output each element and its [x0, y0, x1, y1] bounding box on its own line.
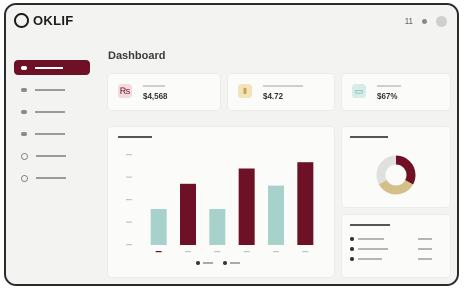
y-tick-mark: [126, 244, 132, 246]
row-value-bar: [418, 258, 432, 260]
page-title: Dashboard: [108, 50, 166, 62]
row-label-bar: [358, 248, 388, 250]
logo-ring-icon: [14, 13, 29, 28]
bar-chart: [126, 154, 314, 253]
sidebar-item-label-bar: [36, 155, 66, 157]
wallet-icon: ▮: [238, 84, 252, 98]
chart-x-ticks: [155, 251, 309, 253]
top-bar-actions: 11: [405, 16, 447, 27]
kpi-label-placeholder: [143, 85, 165, 87]
logo[interactable]: OKLIF: [14, 13, 74, 28]
sidebar-item-label-bar: [35, 111, 65, 113]
sidebar-item-3[interactable]: [14, 105, 94, 119]
kpi-value: $4,568: [143, 92, 168, 101]
breakdown-row: [350, 257, 432, 261]
chart-bar[interactable]: [180, 183, 196, 245]
row-dot-icon: [350, 257, 354, 261]
legend-label-bar: [230, 262, 240, 264]
breakdown-row: [350, 237, 432, 241]
legend-item-2: [223, 261, 240, 265]
legend-label-bar: [203, 262, 213, 264]
sidebar-item-4[interactable]: [14, 127, 94, 141]
breakdown-row: [350, 247, 432, 251]
sidebar-item-label-bar: [35, 66, 63, 69]
breakdown-card: [342, 215, 450, 277]
card-icon: ▭: [352, 84, 366, 98]
chart-bars: [150, 162, 314, 246]
kpi-card-3[interactable]: ▭ $67%: [342, 74, 450, 110]
chart-bar[interactable]: [268, 185, 284, 245]
status-dot-icon[interactable]: [422, 19, 427, 24]
y-tick-mark: [126, 221, 132, 223]
chart-bar[interactable]: [238, 168, 255, 246]
x-tick-label: [302, 251, 309, 253]
y-tick-mark: [126, 176, 132, 178]
sidebar-item-label-bar: [35, 89, 65, 91]
kpi-card-1[interactable]: ₨ $4,568: [108, 74, 220, 110]
bar-chart-card: [108, 127, 334, 277]
circle-icon: [21, 174, 28, 182]
y-tick-mark: [126, 154, 132, 156]
circle-icon: [21, 152, 28, 160]
kpi-label-placeholder: [263, 85, 303, 87]
logo-text: OKLIF: [33, 13, 74, 28]
legend-swatch: [196, 261, 200, 265]
row-label-bar: [358, 258, 382, 260]
sidebar-item-label-bar: [35, 133, 65, 135]
chart-bar[interactable]: [297, 162, 314, 245]
notification-indicator[interactable]: 11: [405, 17, 413, 26]
row-dot-icon: [350, 237, 354, 241]
x-tick-label: [214, 251, 221, 253]
kpi-value: $4.72: [263, 92, 284, 101]
top-bar: OKLIF 11: [6, 5, 457, 41]
sidebar-item-dashboard[interactable]: [14, 60, 90, 75]
kpi-value: $67%: [377, 92, 398, 101]
chart-icon: [21, 110, 27, 114]
x-tick-label: [185, 251, 191, 253]
row-value-bar: [418, 248, 432, 250]
chart-bar[interactable]: [209, 209, 226, 245]
x-tick-label: [243, 251, 250, 253]
avatar[interactable]: [436, 16, 447, 27]
legend-swatch: [223, 261, 227, 265]
row-dot-icon: [350, 247, 354, 251]
row-label-bar: [358, 238, 384, 240]
donut-chart-card: [342, 127, 450, 207]
list-icon: [21, 88, 27, 92]
breakdown-title-placeholder: [350, 224, 390, 226]
sidebar-item-6[interactable]: [14, 171, 94, 185]
donut-chart: [376, 155, 416, 195]
chart-bar[interactable]: [150, 209, 167, 245]
dashboard-icon: [21, 65, 27, 70]
x-tick-label: [155, 251, 162, 253]
kpi-card-2[interactable]: ▮ $4.72: [228, 74, 334, 110]
sidebar-item-5[interactable]: [14, 149, 94, 163]
app-window: OKLIF 11 Dashboard ₨ $4,568 ▮ $4.72 ▭ $6…: [4, 3, 459, 286]
sidebar-item-label-bar: [36, 177, 66, 179]
row-value-bar: [418, 238, 432, 240]
chart-legend: [196, 261, 240, 265]
kpi-label-placeholder: [377, 85, 401, 87]
box-icon: [21, 132, 27, 136]
sidebar: [14, 60, 94, 193]
y-tick-mark: [126, 199, 132, 201]
legend-item-1: [196, 261, 213, 265]
chart-grid: [126, 154, 132, 246]
sidebar-item-2[interactable]: [14, 83, 94, 97]
x-tick-label: [273, 251, 279, 253]
rupee-icon: ₨: [118, 84, 132, 98]
